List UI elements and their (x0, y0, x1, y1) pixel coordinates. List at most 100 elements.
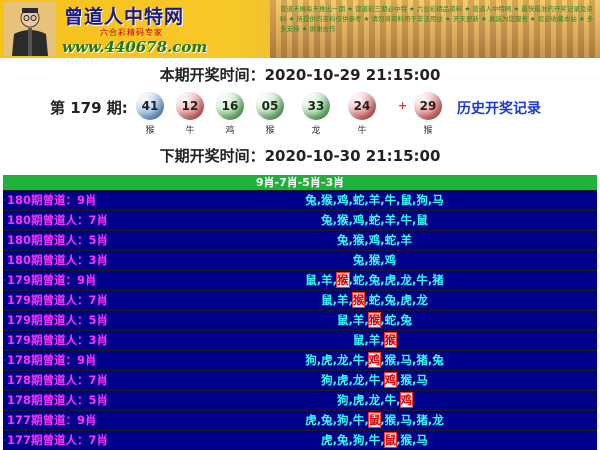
row-zodiacs: 兔,猴,鸡,蛇,羊,牛,鼠 (321, 213, 428, 227)
zodiac-item: 猴 (384, 413, 397, 427)
table-body: 180期曾道：9肖 兔,猴,鸡,蛇,羊,牛,鼠,狗,马 180期曾道人：7肖 兔,猴,… (3, 191, 597, 450)
ball-item: 41 猴 (136, 92, 164, 136)
zodiac-item: 虎 (321, 353, 333, 367)
zodiac-item: 兔 (432, 353, 444, 367)
zodiac-item: 猪 (416, 413, 428, 427)
zodiac-item: 鼠 (400, 193, 413, 207)
row-zodiacs: 狗,虎,龙,牛,鸡 (337, 392, 413, 408)
next-draw-time: 下期开奖时间：2020-10-30 21:15:00 (0, 145, 600, 166)
zodiac-item: 蛇 (368, 213, 381, 227)
row-zodiacs: 兔,猴,鸡,蛇,羊 (337, 233, 412, 247)
zodiac-item: 鼠 (383, 432, 398, 448)
site-title: 曾道人中特网 (64, 6, 185, 28)
zodiac-item: 鼠 (337, 313, 349, 327)
row-zodiacs: 鼠,羊,猴,蛇,兔,虎,龙,牛,猪 (305, 272, 444, 288)
zodiac-item: 鼠 (352, 333, 365, 347)
zodiac-item: 兔 (352, 253, 365, 267)
table-row: 179期曾道人：7肖 鼠,羊,猴,蛇,兔,虎,龙 (3, 291, 597, 310)
row-zodiacs: 兔,猴,鸡 (352, 253, 397, 267)
zodiac-item: 狗 (416, 193, 428, 207)
table-row: 178期曾道人：5肖 狗,虎,龙,牛,鸡 (3, 391, 597, 410)
zodiac-item: 蛇 (384, 233, 397, 247)
zodiac-item: 狗 (352, 433, 365, 447)
table-row: 179期曾道人：5肖 鼠,羊,猴,蛇,兔 (3, 311, 597, 330)
zodiac-item: 猴 (400, 433, 413, 447)
row-label: 178期曾道人：7肖 (7, 373, 109, 387)
ball-animal: 龙 (311, 126, 321, 136)
zodiac-item: 鼠 (416, 213, 428, 227)
row-zodiacs: 狗,虎,龙,牛,鸡,猴,马,猪,兔 (305, 352, 444, 368)
zodiac-item: 虎 (352, 393, 365, 407)
zodiac-item: 兔 (384, 293, 397, 307)
ball-item: 12 牛 (176, 92, 204, 136)
zodiac-item: 兔 (321, 413, 333, 427)
zodiac-item: 马 (400, 413, 413, 427)
zodiac-item: 马 (416, 433, 428, 447)
zodiac-item: 虎 (400, 293, 413, 307)
row-label: 179期曾道人：5肖 (7, 313, 109, 327)
zodiac-item: 鸡 (399, 392, 413, 408)
zodiac-item: 马 (400, 353, 413, 367)
site-banner: 曾道人中特网 六合彩精码专家 www.440678.com 曾道天機每天推出一期… (0, 0, 600, 58)
zodiac-item: 虎 (337, 373, 349, 387)
zodiac-item: 牛 (368, 433, 381, 447)
zodiac-item: 狗 (305, 353, 317, 367)
current-draw-time: 本期开奖时间：2020-10-29 21:15:00 (0, 64, 600, 85)
zodiac-item: 羊 (368, 193, 381, 207)
ball-animal: 猴 (265, 126, 275, 136)
row-zodiacs: 鼠,羊,猴 (352, 332, 398, 348)
current-draw-value: 2020-10-29 21:15:00 (264, 66, 441, 84)
zodiac-item: 虎 (321, 433, 333, 447)
history-results-link[interactable]: 历史开奖记录 (457, 98, 541, 118)
row-zodiacs: 虎,兔,狗,牛,鼠,猴,马,猪,龙 (305, 412, 444, 428)
zodiac-item: 龙 (432, 413, 444, 427)
zodiac-item: 虎 (305, 413, 317, 427)
zodiac-item: 蛇 (368, 293, 381, 307)
row-label: 177期曾道人：7肖 (7, 433, 109, 447)
ball-number: 16 (216, 92, 244, 120)
ball-number: 05 (256, 92, 284, 120)
row-zodiacs: 兔,猴,鸡,蛇,羊,牛,鼠,狗,马 (305, 193, 444, 207)
zodiac-item: 猴 (368, 253, 381, 267)
zodiac-item: 龙 (337, 353, 349, 367)
ball-number: 29 (414, 92, 442, 120)
zodiac-item: 蛇 (352, 193, 365, 207)
row-label: 180期曾道人：5肖 (7, 233, 109, 247)
table-header: 9肖-7肖-5肖-3肖 (3, 175, 597, 190)
zodiac-item: 鸡 (368, 233, 381, 247)
ball-item: 29 猴 (414, 92, 442, 136)
zodiac-item: 猴 (336, 272, 350, 288)
ball-number: 33 (302, 92, 330, 120)
draw-balls: 41 猴 12 牛 16 鸡 05 猴 33 龙 24 牛 29 猴 + (136, 92, 456, 142)
site-url[interactable]: www.440678.com (62, 38, 207, 56)
zodiac-item: 猴 (383, 332, 398, 348)
table-row: 180期曾道：9肖 兔,猴,鸡,蛇,羊,牛,鼠,狗,马 (3, 191, 597, 210)
zodiac-item: 鸡 (352, 213, 365, 227)
row-label: 180期曾道人：3肖 (7, 253, 109, 267)
row-label: 178期曾道：9肖 (7, 353, 97, 367)
ball-number: 12 (176, 92, 204, 120)
portrait-image (4, 2, 56, 56)
next-draw-label: 下期开奖时间： (159, 147, 265, 165)
zodiac-item: 猴 (337, 213, 349, 227)
table-row: 177期曾道人：7肖 虎,兔,狗,牛,鼠,猴,马 (3, 431, 597, 450)
zodiac-item: 马 (432, 193, 444, 207)
zodiac-item: 虎 (384, 273, 397, 287)
zodiac-item: 狗 (321, 373, 333, 387)
zodiac-item: 龙 (368, 393, 381, 407)
zodiac-item: 兔 (337, 233, 349, 247)
banner-slogan: 曾道天機每天推出一期 ★ 曾道彩三期必中特 ★ 六合彩精品资料 ★ 曾道人中特网… (280, 5, 594, 33)
zodiac-item: 羊 (368, 333, 381, 347)
zodiac-item: 牛 (384, 193, 397, 207)
zodiac-item: 鸡 (337, 193, 349, 207)
row-label: 179期曾道人：7肖 (7, 293, 109, 307)
zodiac-item: 龙 (352, 373, 365, 387)
table-row: 178期曾道人：7肖 狗,虎,龙,牛,鸡,猴,马 (3, 371, 597, 390)
zodiac-item: 猪 (432, 273, 444, 287)
row-label: 178期曾道人：5肖 (7, 393, 109, 407)
ball-animal: 鸡 (225, 126, 235, 136)
zodiac-item: 兔 (305, 193, 317, 207)
zodiac-item: 猴 (321, 193, 333, 207)
zodiac-item: 鼠 (305, 273, 317, 287)
current-draw-label: 本期开奖时间： (159, 66, 265, 84)
